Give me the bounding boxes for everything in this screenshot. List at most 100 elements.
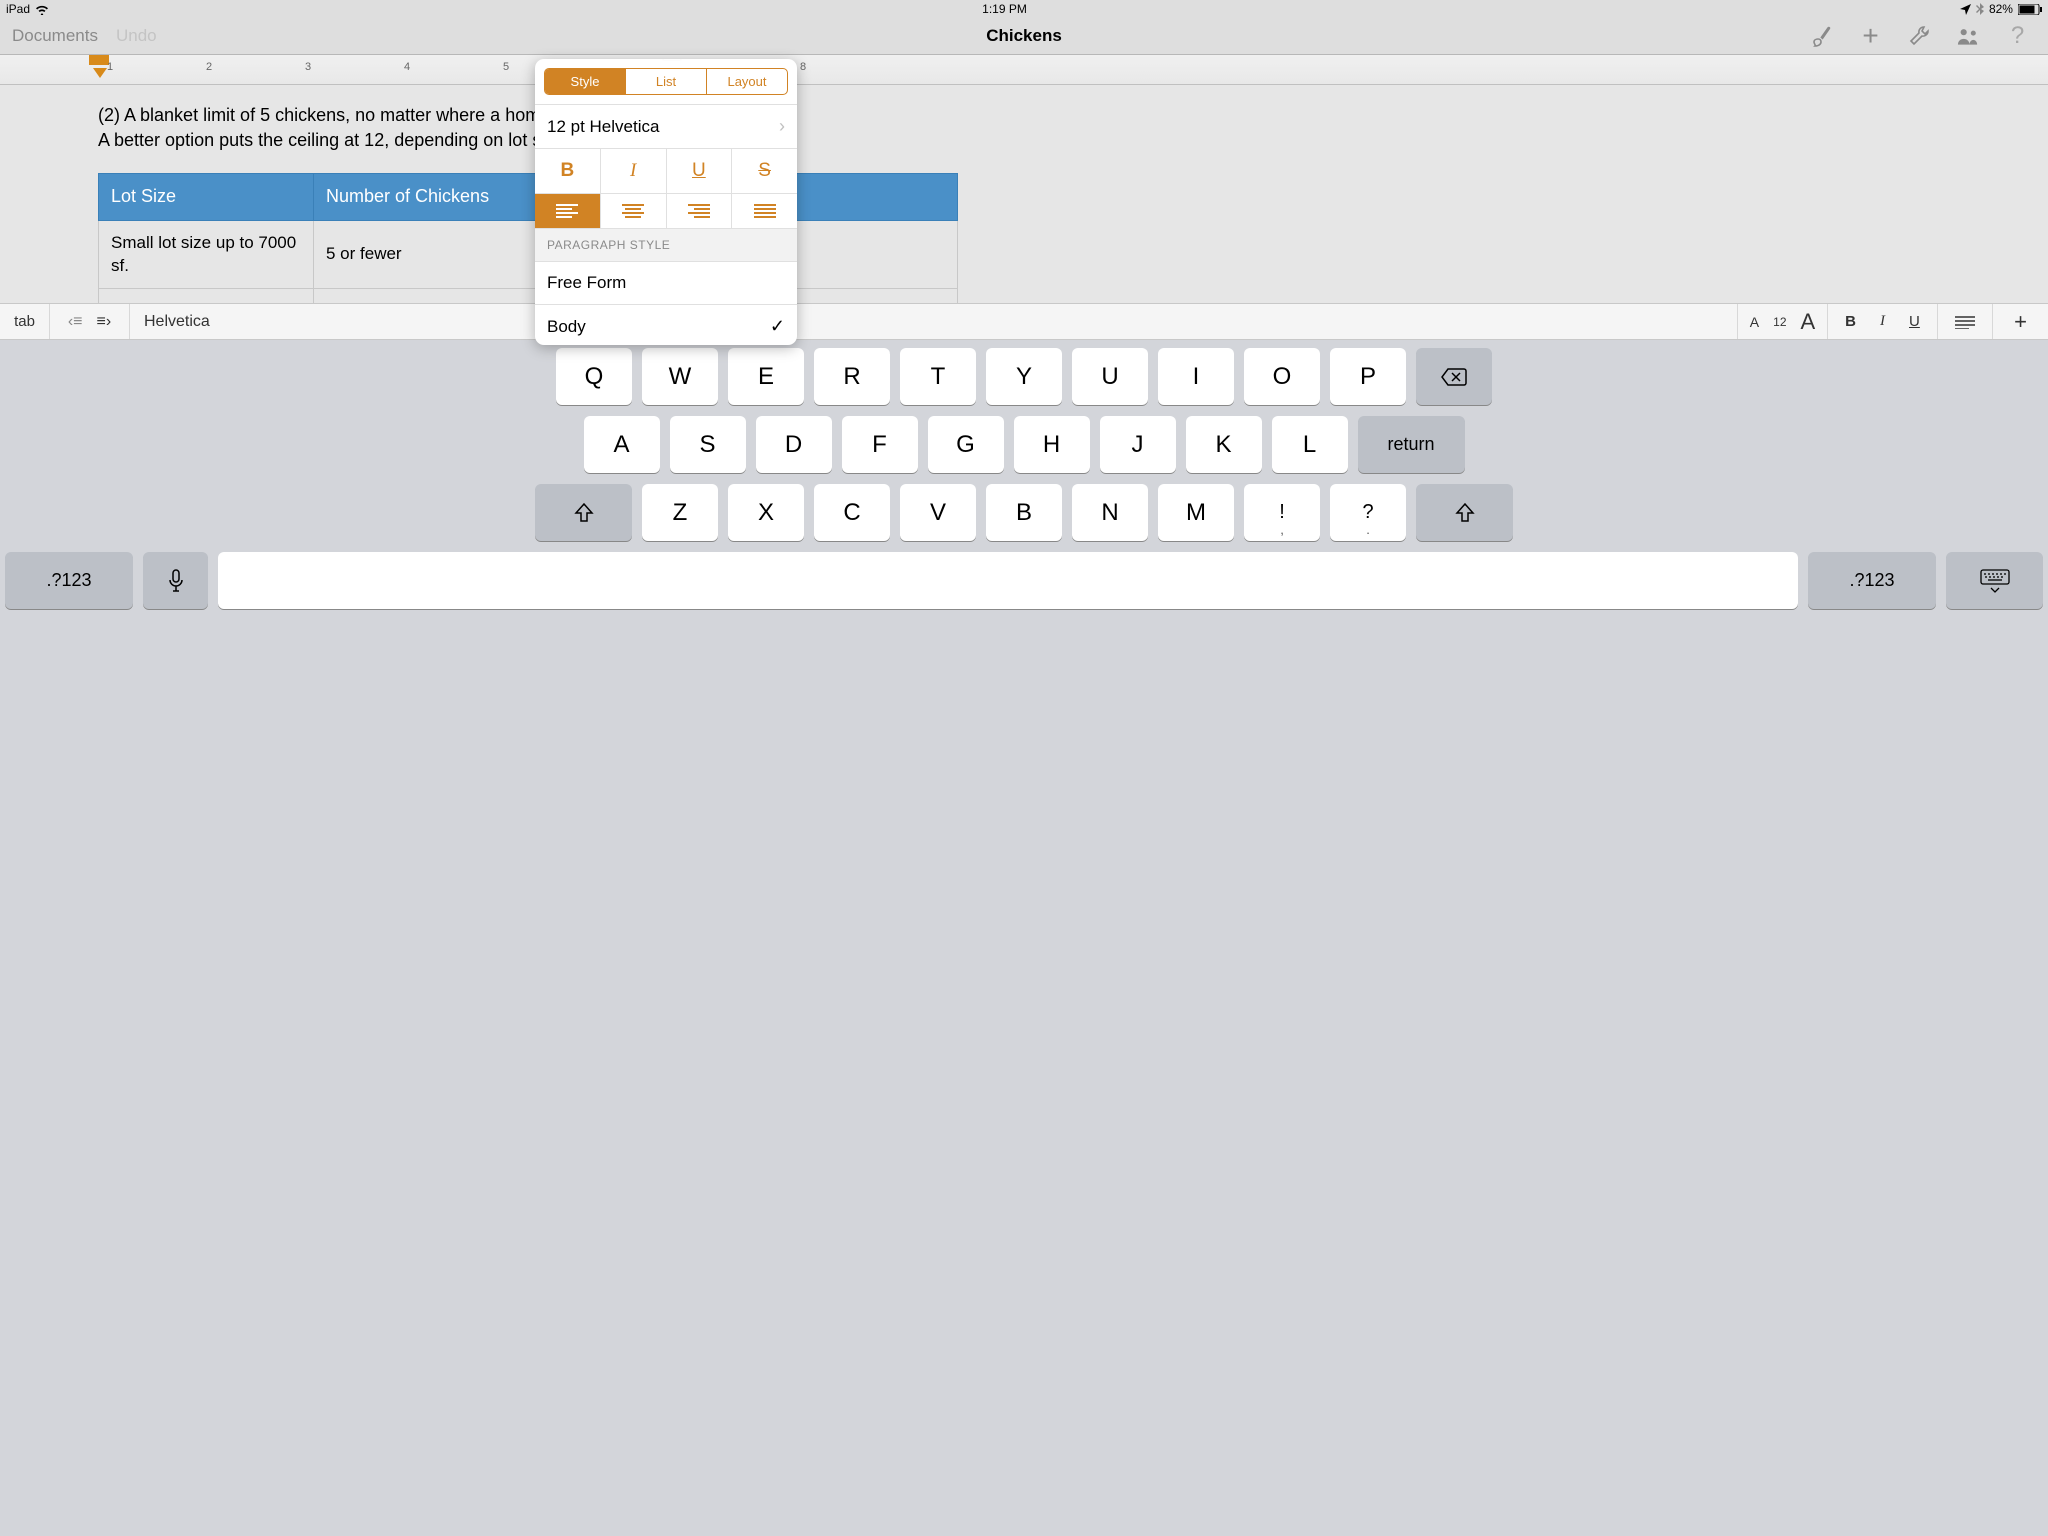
align-justify-button[interactable] xyxy=(732,194,797,228)
device-label: iPad xyxy=(6,2,30,16)
tab-style[interactable]: Style xyxy=(545,69,626,94)
documents-button[interactable]: Documents xyxy=(12,26,98,46)
keyboard: Q W E R T Y U I O P A S D F G H J K L re… xyxy=(0,340,2048,1536)
key-w[interactable]: W xyxy=(642,348,718,405)
font-label: 12 pt Helvetica xyxy=(547,117,659,137)
status-time: 1:19 PM xyxy=(982,2,1027,16)
key-space[interactable] xyxy=(218,552,1798,609)
key-v[interactable]: V xyxy=(900,484,976,541)
ruler-number: 3 xyxy=(305,61,311,73)
key-shift-left[interactable] xyxy=(535,484,632,541)
paragraph-style-free-form[interactable]: Free Form xyxy=(535,261,797,304)
bold-button[interactable]: B xyxy=(535,149,601,193)
key-c[interactable]: C xyxy=(814,484,890,541)
key-z[interactable]: Z xyxy=(642,484,718,541)
key-m[interactable]: M xyxy=(1158,484,1234,541)
bluetooth-icon xyxy=(1976,3,1984,15)
key-h[interactable]: H xyxy=(1014,416,1090,473)
table-header[interactable]: Lot Size xyxy=(99,174,314,220)
tab-list[interactable]: List xyxy=(626,69,707,94)
text-style-row: B I U S xyxy=(535,148,797,193)
key-l[interactable]: L xyxy=(1272,416,1348,473)
add-icon[interactable]: + xyxy=(1858,24,1883,49)
key-a[interactable]: A xyxy=(584,416,660,473)
font-selector[interactable]: Helvetica xyxy=(130,304,1738,339)
outdent-button[interactable]: ‹≡ xyxy=(68,313,83,331)
paragraph[interactable]: (2) A blanket limit of 5 chickens, no ma… xyxy=(98,103,1988,153)
align-center-button[interactable] xyxy=(601,194,667,228)
key-y[interactable]: Y xyxy=(986,348,1062,405)
bold-shortcut[interactable]: B xyxy=(1845,313,1856,330)
key-u[interactable]: U xyxy=(1072,348,1148,405)
underline-button[interactable]: U xyxy=(667,149,733,193)
chevron-right-icon: › xyxy=(779,116,785,137)
key-i[interactable]: I xyxy=(1158,348,1234,405)
key-r[interactable]: R xyxy=(814,348,890,405)
add-shortcut[interactable]: + xyxy=(1993,304,2048,339)
paintbrush-icon[interactable] xyxy=(1809,24,1834,49)
font-size-value: 12 xyxy=(1773,315,1786,329)
popover-tabs: Style List Layout xyxy=(544,68,788,95)
italic-shortcut[interactable]: I xyxy=(1880,313,1885,330)
strike-button[interactable]: S xyxy=(732,149,797,193)
ruler-number: 2 xyxy=(206,61,212,73)
key-symbols-left[interactable]: .?123 xyxy=(5,552,133,609)
key-d[interactable]: D xyxy=(756,416,832,473)
key-t[interactable]: T xyxy=(900,348,976,405)
location-icon xyxy=(1960,4,1971,15)
share-icon[interactable] xyxy=(1956,24,1981,49)
key-comma[interactable]: ! , xyxy=(1244,484,1320,541)
key-s[interactable]: S xyxy=(670,416,746,473)
status-bar: iPad 1:19 PM 82% xyxy=(0,0,2048,18)
key-hide-keyboard[interactable] xyxy=(1946,552,2043,609)
key-return[interactable]: return xyxy=(1358,416,1465,473)
toolbar: Documents Undo Chickens + ? xyxy=(0,18,2048,55)
key-g[interactable]: G xyxy=(928,416,1004,473)
paragraph-style-header: PARAGRAPH STYLE xyxy=(535,228,797,261)
align-shortcut[interactable] xyxy=(1938,304,1993,339)
tab-key[interactable]: tab xyxy=(0,304,50,339)
style-popover: Style List Layout 12 pt Helvetica › B I … xyxy=(535,59,797,345)
key-symbols-right[interactable]: .?123 xyxy=(1808,552,1936,609)
table-cell[interactable]: Small lot size up to 7000 sf. xyxy=(99,220,314,289)
key-mic[interactable] xyxy=(143,552,208,609)
font-size-controls: A 12 A xyxy=(1738,304,1828,339)
align-right-button[interactable] xyxy=(667,194,733,228)
key-x[interactable]: X xyxy=(728,484,804,541)
key-n[interactable]: N xyxy=(1072,484,1148,541)
key-e[interactable]: E xyxy=(728,348,804,405)
key-o[interactable]: O xyxy=(1244,348,1320,405)
align-left-button[interactable] xyxy=(535,194,601,228)
checkmark-icon: ✓ xyxy=(770,316,785,337)
wrench-icon[interactable] xyxy=(1907,24,1932,49)
ruler-number: 8 xyxy=(800,61,806,73)
text-line: A better option puts the ceiling at 12, … xyxy=(98,128,1988,153)
key-backspace[interactable] xyxy=(1416,348,1492,405)
battery-icon xyxy=(2018,4,2042,15)
paragraph-style-body[interactable]: Body ✓ xyxy=(535,304,797,345)
key-f[interactable]: F xyxy=(842,416,918,473)
italic-button[interactable]: I xyxy=(601,149,667,193)
key-b[interactable]: B xyxy=(986,484,1062,541)
tab-layout[interactable]: Layout xyxy=(707,69,787,94)
ruler[interactable]: 1 2 3 4 5 8 xyxy=(0,55,2048,85)
key-k[interactable]: K xyxy=(1186,416,1262,473)
ruler-number: 4 xyxy=(404,61,410,73)
decrease-size-button[interactable]: A xyxy=(1750,314,1759,330)
key-q[interactable]: Q xyxy=(556,348,632,405)
font-row[interactable]: 12 pt Helvetica › xyxy=(535,104,797,148)
ruler-number: 5 xyxy=(503,61,509,73)
indent-button[interactable]: ≡› xyxy=(97,313,112,331)
key-period[interactable]: ? . xyxy=(1330,484,1406,541)
document-table[interactable]: Lot Size Number of Chickens Small lot si… xyxy=(98,173,958,310)
key-p[interactable]: P xyxy=(1330,348,1406,405)
wifi-icon xyxy=(35,4,49,15)
increase-size-button[interactable]: A xyxy=(1801,309,1816,335)
text-style-controls: B I U xyxy=(1828,304,1938,339)
underline-shortcut[interactable]: U xyxy=(1909,313,1920,330)
help-icon[interactable]: ? xyxy=(2005,24,2030,49)
undo-button[interactable]: Undo xyxy=(116,26,157,46)
ruler-number: 1 xyxy=(107,61,113,73)
key-j[interactable]: J xyxy=(1100,416,1176,473)
key-shift-right[interactable] xyxy=(1416,484,1513,541)
